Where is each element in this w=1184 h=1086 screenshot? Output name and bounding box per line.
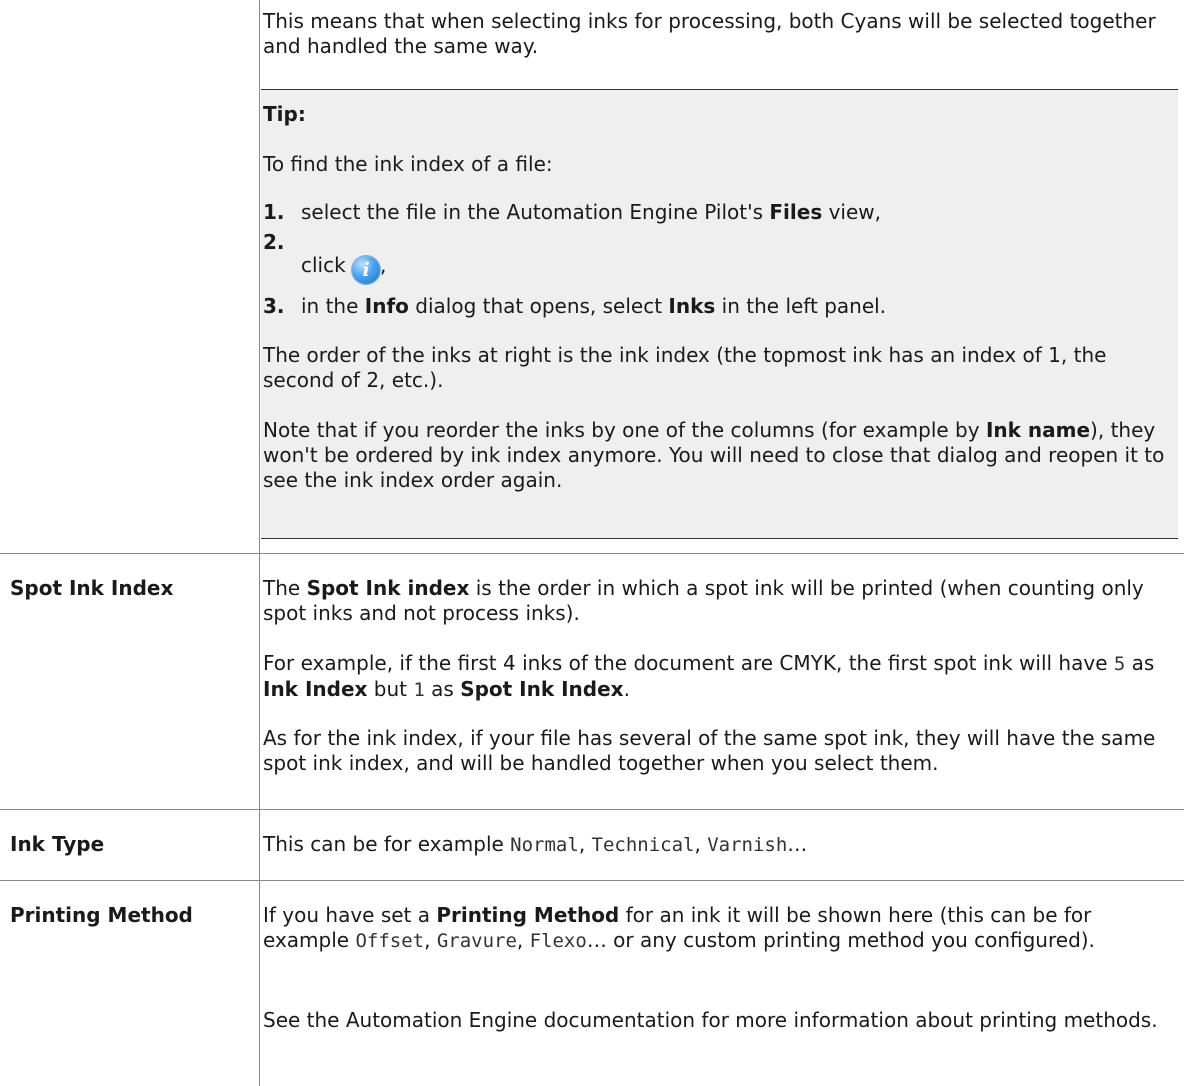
tip-reorder-paragraph: Note that if you reorder the inks by one…	[263, 418, 1165, 492]
tip-step-3: 3. in the Info dialog that opens, select…	[263, 294, 887, 318]
tip-ink-order-paragraph: The order of the inks at right is the in…	[263, 343, 1107, 392]
tip-step-1: 1. select the file in the Automation Eng…	[263, 200, 882, 224]
info-dialog-label: Info	[364, 294, 409, 318]
column-divider	[259, 0, 260, 1086]
printing-method-description: If you have set a Printing Method for an…	[263, 903, 1095, 952]
printing-method-see-also: See the Automation Engine documentation …	[263, 1008, 1158, 1032]
row-label: Spot Ink Index	[10, 576, 174, 600]
spot-ink-index-definition: The Spot Ink index is the order in which…	[263, 576, 1144, 625]
row-separator	[0, 809, 1184, 810]
info-icon: i	[352, 256, 381, 284]
spot-ink-index-note: As for the ink index, if your file has s…	[263, 726, 1156, 775]
tip-step-2: 2. click i,	[263, 230, 1184, 286]
row-label: Printing Method	[10, 903, 193, 927]
ink-type-description: This can be for example Normal, Technica…	[263, 832, 808, 856]
tip-box: Tip: To find the ink index of a file: 1.…	[261, 89, 1178, 539]
cyans-note: This means that when selecting inks for …	[263, 9, 1156, 58]
inks-label: Inks	[668, 294, 716, 318]
spot-ink-index-example: For example, if the first 4 inks of the …	[263, 651, 1155, 701]
row-label: Ink Type	[10, 832, 105, 856]
tip-intro: To find the ink index of a file:	[263, 152, 553, 176]
row-separator	[0, 553, 1184, 554]
files-view-label: Files	[769, 200, 823, 224]
tip-title: Tip:	[263, 102, 306, 126]
row-separator	[0, 880, 1184, 881]
